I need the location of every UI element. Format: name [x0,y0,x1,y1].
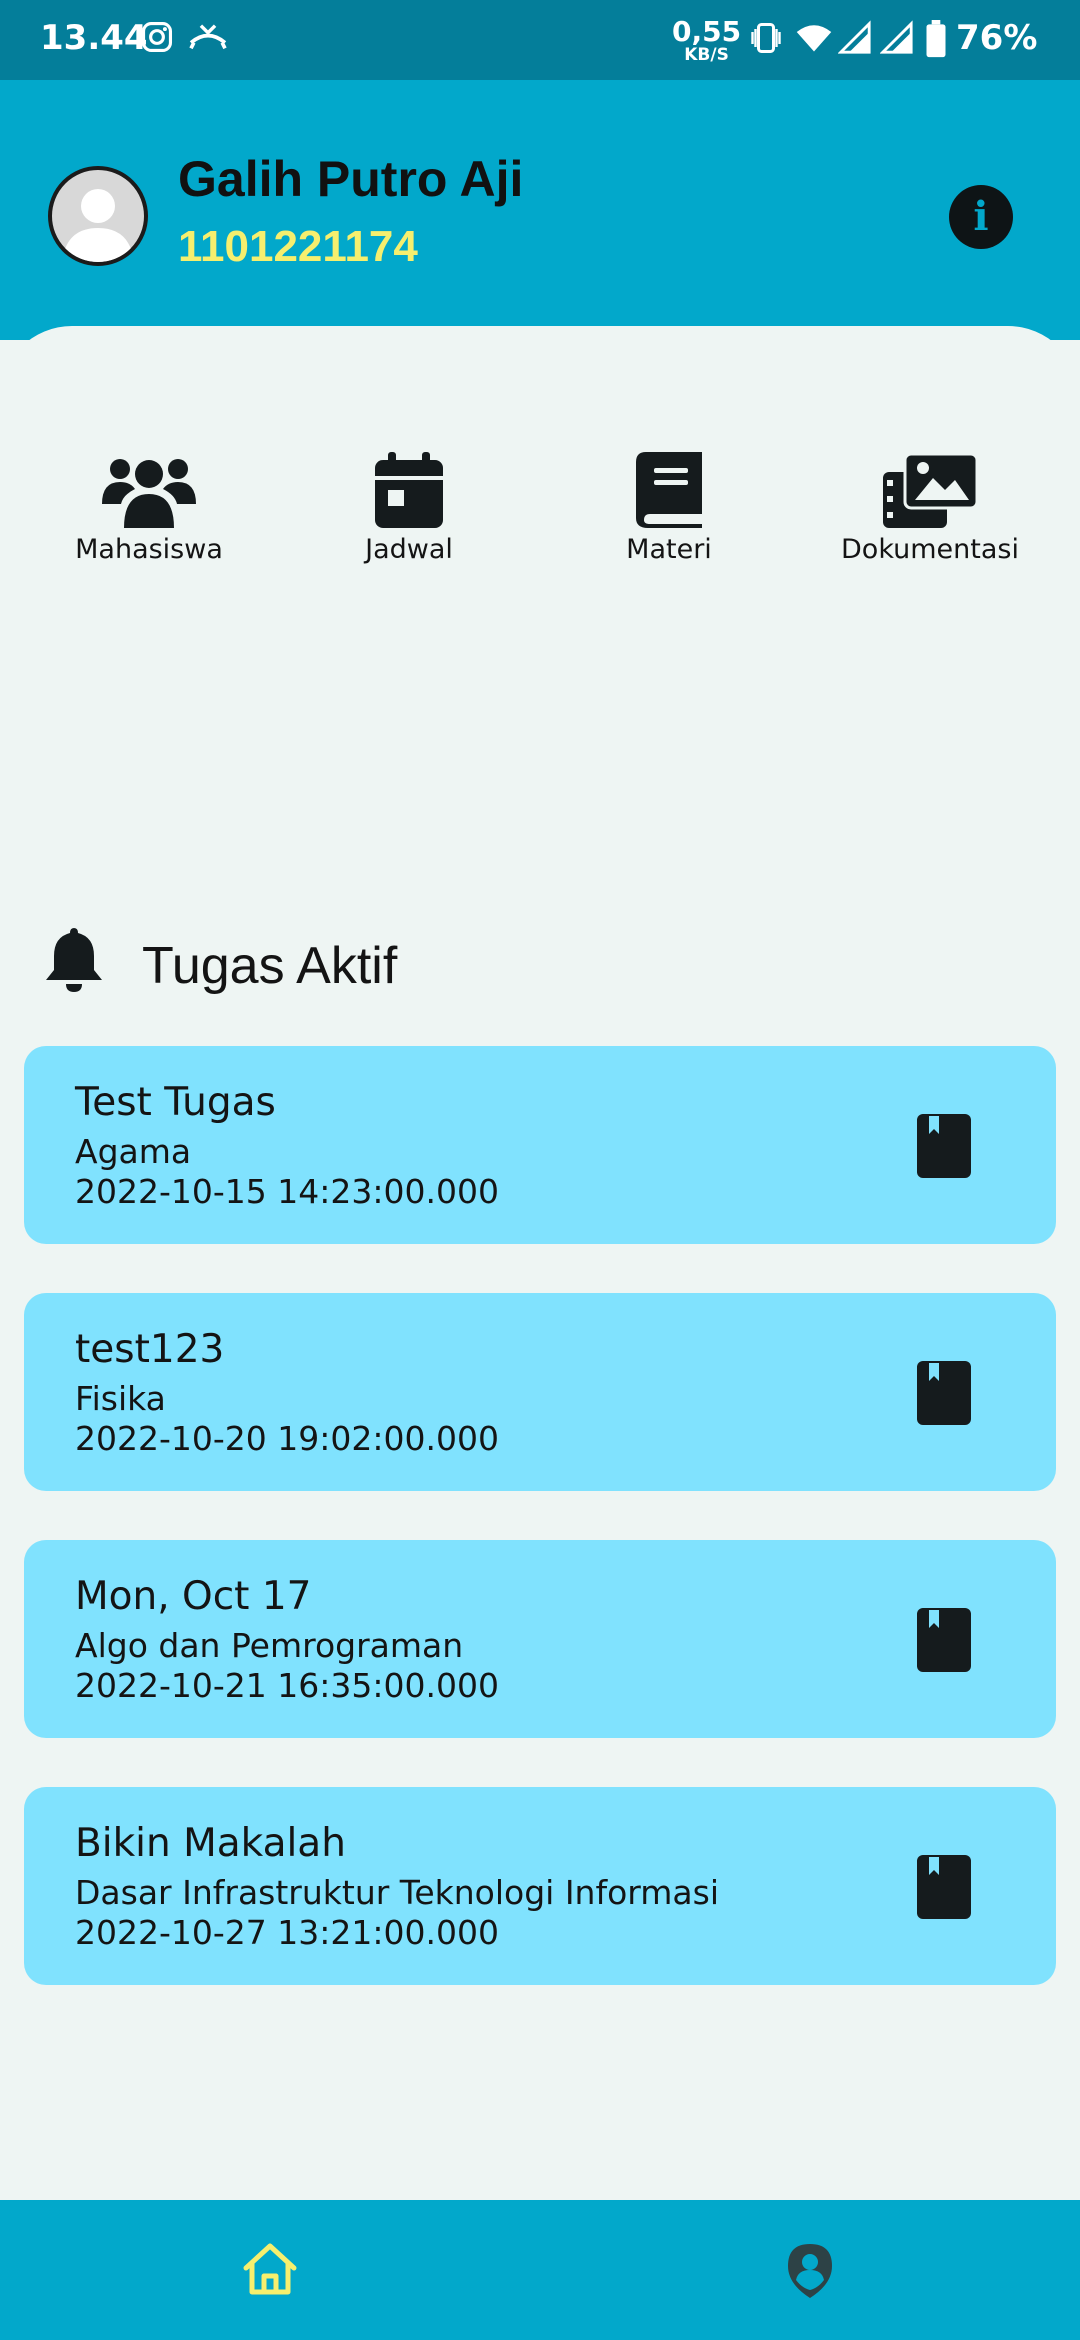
status-time: 13.44 [40,18,148,58]
task-subject: Agama [75,1132,192,1171]
menu-label: Mahasiswa [75,534,223,565]
task-title: Test Tugas [75,1080,276,1125]
info-icon[interactable]: i [949,185,1013,249]
menu-item-materi[interactable]: Materi [539,442,799,565]
book-icon [539,442,799,528]
bookmark-book-icon[interactable] [917,1608,971,1676]
menu-label: Jadwal [365,534,453,565]
task-deadline: 2022-10-21 16:35:00.000 [75,1666,499,1705]
battery-level: 76% [956,18,1038,58]
menu-item-jadwal[interactable]: Jadwal [279,442,539,565]
profile-header: Galih Putro Aji 1101221174 i [0,80,1080,340]
task-subject: Dasar Infrastruktur Teknologi Informasi [75,1873,719,1912]
task-deadline: 2022-10-15 14:23:00.000 [75,1172,499,1211]
task-title: test123 [75,1327,225,1372]
users-icon [19,442,279,528]
active-tasks-title: Tugas Aktif [142,937,398,995]
task-deadline: 2022-10-20 19:02:00.000 [75,1419,499,1458]
bell-icon [44,926,104,998]
task-card[interactable]: Mon, Oct 17 Algo dan Pemrograman 2022-10… [24,1540,1056,1738]
task-title: Bikin Makalah [75,1821,346,1866]
task-subject: Algo dan Pemrograman [75,1626,464,1665]
signal-icon-2 [879,20,914,60]
menu-item-dokumentasi[interactable]: Dokumentasi [800,442,1060,565]
bookmark-book-icon[interactable] [917,1114,971,1182]
user-nim: 1101221174 [178,222,418,271]
home-icon [243,2243,297,2295]
bookmark-book-icon[interactable] [917,1361,971,1429]
battery-icon [925,20,947,62]
menu-label: Dokumentasi [841,534,1019,565]
profile-icon [788,2244,832,2298]
nav-home[interactable] [240,2240,300,2300]
bookmark-book-icon[interactable] [917,1855,971,1923]
menu-item-mahasiswa[interactable]: Mahasiswa [19,442,279,565]
task-card[interactable]: test123 Fisika 2022-10-20 19:02:00.000 [24,1293,1056,1491]
signal-icon [837,20,872,60]
instagram-icon [140,20,174,58]
user-name: Galih Putro Aji [178,151,524,207]
main-content: Mahasiswa Jadwal Materi Dokumentasi Tuga… [0,326,1080,2200]
task-deadline: 2022-10-27 13:21:00.000 [75,1913,499,1952]
task-title: Mon, Oct 17 [75,1574,312,1619]
vibrate-icon [748,20,784,60]
net-speed-unit: KB/S [684,45,729,65]
menu-label: Materi [626,534,712,565]
net-speed-value: 0,55 [672,15,742,48]
network-speed: 0,55 KB/S [672,18,741,64]
nav-profile[interactable] [780,2240,840,2300]
bottom-navigation [0,2200,1080,2340]
calendar-icon [279,442,539,528]
task-subject: Fisika [75,1379,166,1418]
task-card[interactable]: Bikin Makalah Dasar Infrastruktur Teknol… [24,1787,1056,1985]
wifi-icon [795,20,833,60]
avatar[interactable] [48,166,148,266]
missed-call-icon [188,20,228,58]
images-icon [800,442,1060,528]
status-bar: 13.44 0,55 KB/S 76% [0,0,1080,80]
task-card[interactable]: Test Tugas Agama 2022-10-15 14:23:00.000 [24,1046,1056,1244]
